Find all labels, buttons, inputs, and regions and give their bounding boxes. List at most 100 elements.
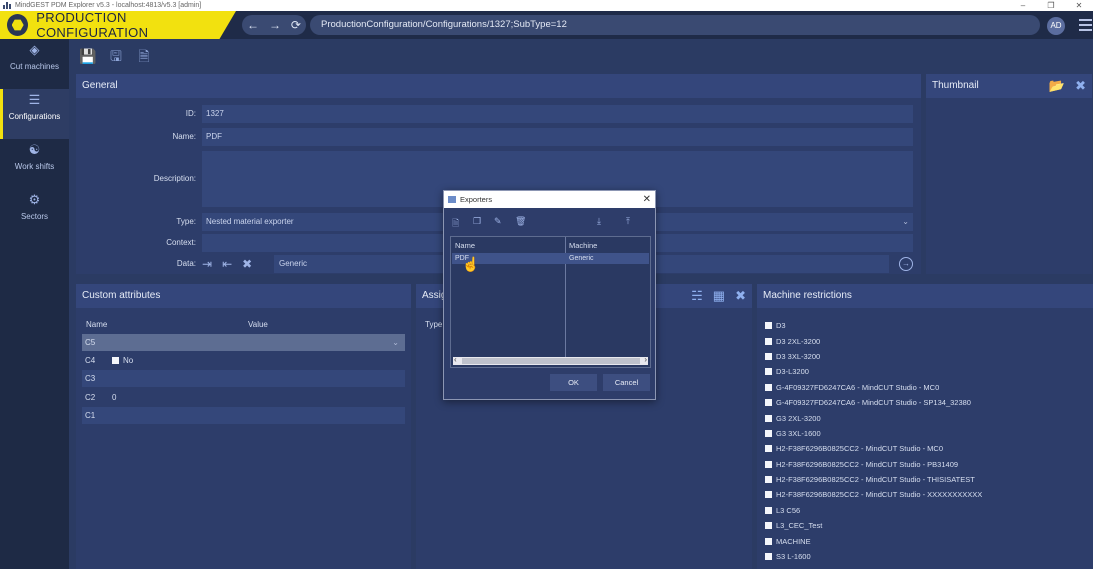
checkbox[interactable] — [765, 445, 772, 453]
configurations-icon: ☰ — [28, 92, 41, 107]
checkbox[interactable] — [765, 522, 772, 530]
sidebar-item-cut-machines[interactable]: ◈ Cut machines — [0, 39, 69, 89]
checkbox[interactable] — [765, 460, 772, 468]
forward-arrow-icon[interactable]: → — [269, 18, 281, 32]
machine-restriction-item[interactable]: D3-L3200 — [765, 364, 982, 379]
machine-restriction-item[interactable]: G-4F09327FD6247CA6 - MindCUT Studio - SP… — [765, 395, 982, 410]
panel-title: Machine restrictions — [757, 284, 1093, 308]
horizontal-scrollbar[interactable]: ‹ › — [453, 355, 648, 365]
checkbox[interactable] — [765, 368, 772, 376]
checkbox[interactable] — [765, 337, 772, 345]
thumbnail-panel: Thumbnail 📂 ✖ — [926, 74, 1092, 274]
ok-button[interactable]: OK — [550, 374, 597, 391]
go-arrow-icon[interactable]: → — [899, 257, 913, 271]
checkbox[interactable] — [765, 491, 772, 499]
table-row[interactable]: C4 No — [82, 352, 405, 369]
save-icon[interactable]: 💾 — [78, 46, 98, 66]
checkbox[interactable]: No — [112, 352, 133, 369]
checkbox[interactable] — [765, 429, 772, 437]
checkbox[interactable] — [765, 537, 772, 545]
close-icon[interactable]: ✖ — [735, 288, 746, 304]
copy-icon[interactable]: ❐ — [473, 216, 494, 228]
scroll-left-icon[interactable]: ‹ — [454, 355, 457, 364]
machine-restriction-item[interactable]: H2-F38F6296B0825CC2 - MindCUT Studio - T… — [765, 472, 982, 487]
checkbox[interactable] — [765, 476, 772, 484]
sidebar: ◈ Cut machines ☰ Configurations ☯ Work s… — [0, 39, 69, 569]
dialog-close-icon[interactable]: ✕ — [643, 191, 651, 208]
avatar[interactable]: AD — [1047, 17, 1065, 35]
new-icon[interactable]: 🗎 — [452, 216, 473, 228]
open-folder-icon[interactable]: 📂 — [1049, 78, 1065, 94]
sidebar-item-configurations[interactable]: ☰ Configurations — [0, 89, 69, 139]
machine-restriction-item[interactable]: S3 L-1600 — [765, 549, 982, 564]
close-icon[interactable]: ✖ — [1075, 78, 1086, 94]
type-column-header: Type — [425, 320, 443, 329]
clear-icon[interactable]: ✖ — [242, 255, 252, 273]
minimize-button[interactable]: – — [1009, 1, 1037, 10]
machine-restriction-item[interactable]: D3 3XL-3200 — [765, 349, 982, 364]
pattern-icon[interactable]: ▦ — [713, 288, 725, 304]
checkbox[interactable] — [765, 322, 772, 330]
window-titlebar: MindGEST PDM Explorer v5.3 - localhost:4… — [0, 0, 1093, 11]
name-field[interactable]: PDF — [202, 128, 913, 146]
table-row[interactable]: PDF Generic — [452, 253, 649, 264]
machine-label: H2-F38F6296B0825CC2 - MindCUT Studio - X… — [776, 490, 983, 500]
machine-restriction-item[interactable]: L3_CEC_Test — [765, 518, 982, 533]
machine-restriction-item[interactable]: MACHINE — [765, 533, 982, 548]
machine-label: D3-L3200 — [776, 367, 809, 377]
checkbox[interactable] — [765, 414, 772, 422]
export-data-icon[interactable]: ⇤ — [222, 255, 232, 273]
machine-label: H2-F38F6296B0825CC2 - MindCUT Studio - P… — [776, 459, 959, 469]
type-value: Nested material exporter — [206, 217, 294, 226]
machine-label: G3 3XL-1600 — [776, 428, 821, 438]
address-bar[interactable]: ProductionConfiguration/Configurations/1… — [310, 15, 1040, 35]
data-label: Data: — [176, 259, 196, 268]
cancel-button[interactable]: Cancel — [603, 374, 650, 391]
scroll-thumb[interactable] — [462, 358, 640, 364]
machine-restrictions-panel: Machine restrictions D3 D3 2XL-3200 D3 3XL… — [757, 284, 1093, 569]
export-icon[interactable]: 🗎 — [134, 46, 154, 66]
machine-restriction-item[interactable]: L3 C56 — [765, 503, 982, 518]
delete-icon[interactable]: 🗑 — [515, 216, 536, 228]
refresh-icon[interactable]: ⟳ — [291, 18, 301, 32]
back-arrow-icon[interactable]: ← — [247, 18, 259, 32]
machine-restriction-item[interactable]: G-4F09327FD6247CA6 - MindCUT Studio - MC… — [765, 380, 982, 395]
sidebar-item-work-shifts[interactable]: ☯ Work shifts — [0, 139, 69, 189]
id-field[interactable]: 1327 — [202, 105, 913, 123]
table-row[interactable]: C3 — [82, 370, 405, 387]
checkbox[interactable] — [765, 506, 772, 514]
checkbox[interactable] — [765, 399, 772, 407]
save-as-icon[interactable]: 🖫 — [106, 46, 126, 66]
machine-restriction-item[interactable]: D3 — [765, 318, 982, 333]
id-label: ID: — [185, 109, 196, 118]
exporters-dialog: Exporters ✕ 🗎 ❐ ✎ 🗑 ⤓ ⤒ Name Machine PDF… — [443, 190, 656, 400]
scroll-right-icon[interactable]: › — [644, 355, 647, 364]
dialog-titlebar: Exporters ✕ — [444, 191, 655, 208]
brand: PRODUCTION CONFIGURATION — [0, 11, 236, 39]
sidebar-item-sectors[interactable]: ⚙ Sectors — [0, 189, 69, 239]
machine-restriction-item[interactable]: D3 2XL-3200 — [765, 333, 982, 348]
checkbox[interactable] — [765, 553, 772, 561]
window-close-button[interactable]: ✕ — [1065, 1, 1093, 10]
machine-restriction-item[interactable]: G3 2XL-3200 — [765, 410, 982, 425]
import-icon[interactable]: ⇥ — [202, 255, 212, 273]
checkbox[interactable] — [765, 383, 772, 391]
exporters-grid: Name Machine PDF Generic ‹ › — [450, 236, 651, 368]
table-row[interactable]: C5 ⌄ — [82, 334, 405, 351]
hamburger-menu-icon[interactable] — [1079, 19, 1092, 31]
custom-attributes-body: Name Value C5 ⌄ C4 No C3 C2 0 C1 — [76, 308, 411, 569]
restore-button[interactable]: ❐ — [1037, 1, 1065, 10]
download-icon[interactable]: ⤓ — [597, 216, 618, 228]
machine-restriction-item[interactable]: H2-F38F6296B0825CC2 - MindCUT Studio - P… — [765, 457, 982, 472]
machine-restriction-item[interactable]: H2-F38F6296B0825CC2 - MindCUT Studio - M… — [765, 441, 982, 456]
layers-icon[interactable]: ☵ — [691, 288, 703, 304]
col-value-header: Value — [248, 320, 268, 329]
table-row[interactable]: C2 0 — [82, 389, 405, 406]
machine-restriction-item[interactable]: G3 3XL-1600 — [765, 426, 982, 441]
upload-icon[interactable]: ⤒ — [626, 216, 647, 228]
app-icon — [3, 2, 11, 9]
edit-icon[interactable]: ✎ — [494, 216, 515, 228]
table-row[interactable]: C1 — [82, 407, 405, 424]
checkbox[interactable] — [765, 352, 772, 360]
machine-restriction-item[interactable]: H2-F38F6296B0825CC2 - MindCUT Studio - X… — [765, 487, 982, 502]
